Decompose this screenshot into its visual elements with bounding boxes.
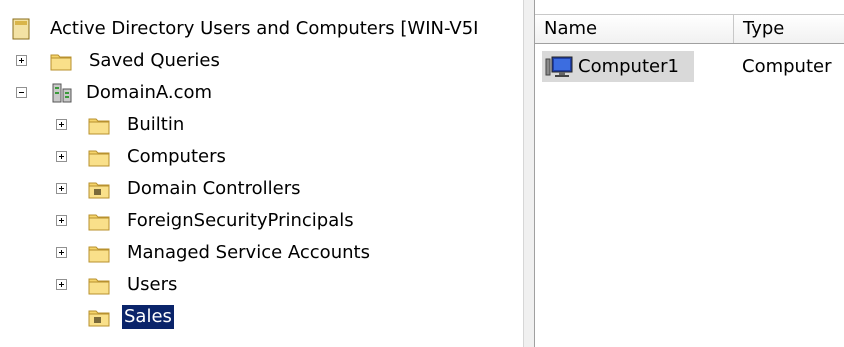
tree-node-sales[interactable]: Sales — [0, 302, 523, 332]
tree-label-sales: Sales — [122, 305, 174, 329]
tree-label-domain: DomainA.com — [86, 82, 213, 103]
ou-folder-icon — [88, 182, 110, 199]
tree-node-managed-service-accounts[interactable]: Managed Service Accounts — [0, 238, 523, 268]
tree-label-computers: Computers — [127, 146, 226, 167]
folder-icon — [88, 278, 110, 295]
tree-label-domain-controllers: Domain Controllers — [127, 178, 301, 199]
list-item[interactable]: Computer1 Computer — [535, 51, 844, 82]
expand-computers-toggle[interactable] — [56, 151, 67, 162]
tree-label-managed-service-accounts: Managed Service Accounts — [127, 242, 370, 263]
tree-node-builtin[interactable]: Builtin — [0, 110, 523, 140]
folder-icon — [88, 246, 110, 263]
folder-icon — [88, 118, 110, 135]
tree-node-users[interactable]: Users — [0, 270, 523, 300]
pane-splitter[interactable] — [523, 0, 535, 347]
tree-label-foreign-security-principals: ForeignSecurityPrincipals — [127, 210, 354, 231]
list-header: Name Type — [535, 14, 844, 44]
folder-icon — [50, 54, 72, 71]
tree-label-saved-queries: Saved Queries — [89, 50, 220, 71]
tree-node-saved-queries[interactable]: Saved Queries — [0, 46, 523, 76]
computer-icon — [545, 56, 573, 77]
expand-saved-queries-toggle[interactable] — [16, 55, 27, 66]
aduc-console-icon — [12, 18, 30, 40]
folder-icon — [88, 214, 110, 231]
expand-foreign-security-principals-toggle[interactable] — [56, 215, 67, 226]
collapse-domain-toggle[interactable] — [16, 87, 27, 98]
expand-managed-service-accounts-toggle[interactable] — [56, 247, 67, 258]
ou-folder-icon — [88, 310, 110, 327]
details-list[interactable]: Name Type Computer1 Computer — [535, 0, 844, 347]
column-header-type[interactable]: Type — [734, 15, 844, 43]
tree-label-builtin: Builtin — [127, 114, 185, 135]
tree-root-label: Active Directory Users and Computers [WI… — [50, 18, 479, 39]
tree-node-computers[interactable]: Computers — [0, 142, 523, 172]
tree-node-domain[interactable]: DomainA.com — [0, 78, 523, 108]
list-item-name: Computer1 — [578, 56, 679, 77]
expand-domain-controllers-toggle[interactable] — [56, 183, 67, 194]
tree-label-users: Users — [127, 274, 178, 295]
console-tree[interactable]: Active Directory Users and Computers [WI… — [0, 0, 523, 347]
list-item-type: Computer — [742, 56, 832, 77]
domain-icon — [52, 83, 72, 103]
expand-builtin-toggle[interactable] — [56, 119, 67, 130]
expand-users-toggle[interactable] — [56, 279, 67, 290]
tree-node-domain-controllers[interactable]: Domain Controllers — [0, 174, 523, 204]
tree-root-node[interactable]: Active Directory Users and Computers [WI… — [0, 14, 523, 44]
tree-node-foreign-security-principals[interactable]: ForeignSecurityPrincipals — [0, 206, 523, 236]
column-header-name[interactable]: Name — [535, 15, 734, 43]
folder-icon — [88, 150, 110, 167]
